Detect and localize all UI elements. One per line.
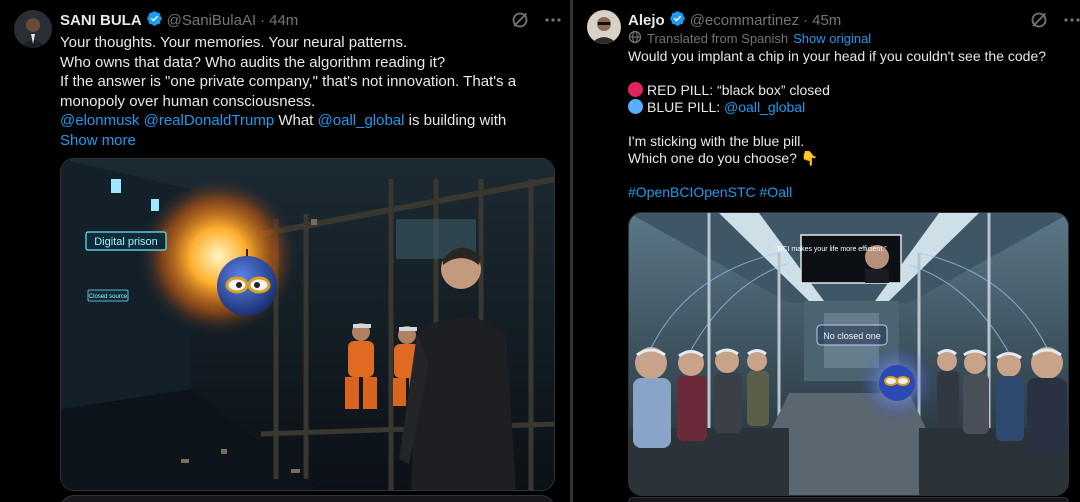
grok-icon[interactable] bbox=[511, 11, 529, 34]
grok-icon[interactable] bbox=[1030, 11, 1048, 34]
text-line: monopoly over human consciousness. bbox=[60, 92, 316, 110]
tweet-image-subway[interactable]: “BCI makes your life more efficient.” No… bbox=[628, 212, 1069, 496]
tweet-header: Alejo @ecommartinez · 45m bbox=[628, 10, 841, 31]
translation-notice: Translated from Spanish Show original bbox=[628, 30, 871, 47]
blue-circle-icon bbox=[628, 99, 643, 114]
author-handle[interactable]: @SaniBulaAI bbox=[167, 12, 256, 29]
verified-badge-icon bbox=[146, 10, 163, 31]
mention-elonmusk[interactable]: @elonmusk bbox=[60, 112, 139, 129]
timestamp[interactable]: 45m bbox=[812, 12, 841, 29]
tweet-header: SANI BULA @SaniBulaAI · 44m bbox=[60, 10, 298, 31]
author-name[interactable]: Alejo bbox=[628, 12, 665, 29]
tweet-text: Your thoughts. Your memories. Your neura… bbox=[60, 33, 550, 150]
translated-label: Translated from Spanish bbox=[647, 31, 789, 46]
next-media-peek bbox=[628, 497, 1069, 502]
blue-pill-line: BLUE PILL: @oall_global bbox=[628, 99, 1068, 116]
more-options-icon[interactable] bbox=[1064, 11, 1080, 34]
timestamp[interactable]: 44m bbox=[269, 12, 298, 29]
next-media-peek bbox=[60, 495, 555, 502]
text-fragment: What bbox=[278, 112, 314, 129]
mention-oall-global[interactable]: @oall_global bbox=[318, 112, 405, 129]
avatar-alejo[interactable] bbox=[587, 10, 621, 44]
hashtags-line: #OpenBCIOpenSTC #Oall bbox=[628, 184, 1068, 201]
show-original-link[interactable]: Show original bbox=[793, 31, 871, 46]
tweet-top-actions bbox=[511, 11, 561, 34]
tweet-alejo[interactable]: Alejo @ecommartinez · 45m Translated fro… bbox=[573, 0, 1080, 502]
hologram-text: No closed one bbox=[823, 331, 881, 341]
tweet-top-actions bbox=[1030, 11, 1080, 34]
text-line: If the answer is "one private company," … bbox=[60, 73, 517, 90]
mentions-line: @elonmusk @realDonaldTrump What @oall_gl… bbox=[60, 111, 550, 131]
red-circle-icon bbox=[628, 82, 643, 97]
author-name[interactable]: SANI BULA bbox=[60, 12, 142, 29]
tweet-sani-bula[interactable]: SANI BULA @SaniBulaAI · 44m Your thought… bbox=[0, 0, 570, 502]
author-handle[interactable]: @ecommartinez bbox=[690, 12, 799, 29]
text-line: I'm sticking with the blue pill. bbox=[628, 133, 805, 149]
text-fragment: is building with bbox=[408, 112, 507, 129]
billboard-text: “BCI makes your life more efficient.” bbox=[775, 246, 887, 253]
mention-oall-global[interactable]: @oall_global bbox=[724, 99, 805, 115]
text-line: Who owns that data? Who audits the algor… bbox=[60, 53, 446, 71]
sign-closed-source: Closed source bbox=[89, 294, 128, 300]
separator-dot: · bbox=[260, 12, 266, 29]
avatar-sani-bula[interactable] bbox=[14, 10, 52, 48]
separator-dot: · bbox=[803, 12, 809, 29]
pointing-down-emoji: 👇 bbox=[800, 150, 819, 166]
mention-realdonaldtrump[interactable]: @realDonaldTrump bbox=[144, 112, 275, 129]
hashtag-openbciopenstc[interactable]: #OpenBCIOpenSTC bbox=[628, 184, 756, 200]
tweet-text: Would you implant a chip in your head if… bbox=[628, 48, 1068, 201]
more-options-icon[interactable] bbox=[545, 11, 561, 34]
tweet-image-digital-prison[interactable]: Digital prison Closed source bbox=[60, 158, 555, 491]
show-more-link[interactable]: Show more bbox=[60, 131, 550, 151]
text-line: Which one do you choose? 👇 bbox=[628, 150, 819, 166]
hashtag-oall[interactable]: #Oall bbox=[760, 184, 793, 200]
text-line: Would you implant a chip in your head if… bbox=[628, 48, 1047, 64]
verified-badge-icon bbox=[669, 10, 686, 31]
red-pill-line: RED PILL: “black box” closed bbox=[628, 82, 1068, 99]
text-line: Your thoughts. Your memories. Your neura… bbox=[60, 34, 408, 51]
translate-icon bbox=[628, 30, 642, 47]
sign-digital-prison: Digital prison bbox=[94, 236, 158, 248]
